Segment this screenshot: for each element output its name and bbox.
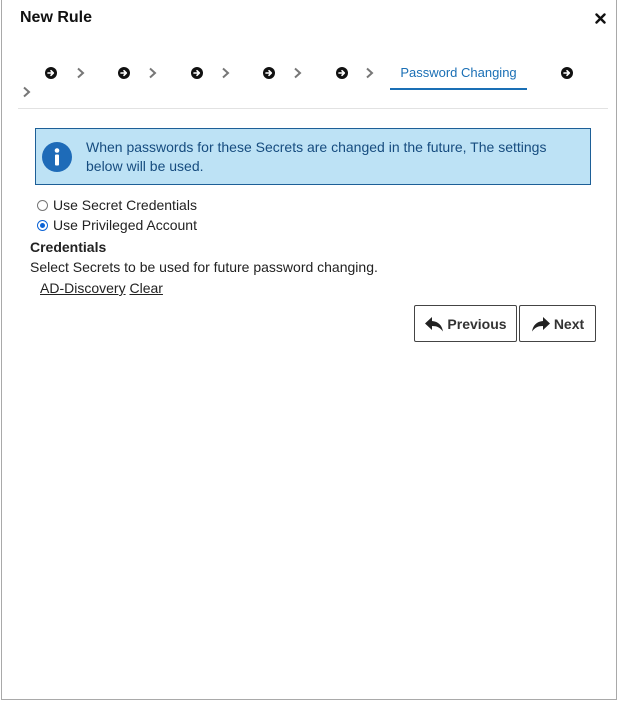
chevron-right-icon	[22, 85, 32, 98]
step-7-arrow-circle-icon[interactable]	[561, 66, 573, 79]
credentials-help: Select Secrets to be used for future pas…	[30, 259, 378, 275]
radio-use-privileged-account[interactable]: Use Privileged Account	[37, 217, 197, 233]
radio-button[interactable]	[37, 219, 48, 231]
info-banner: When passwords for these Secrets are cha…	[35, 128, 591, 185]
next-label: Next	[553, 315, 585, 332]
radio-use-secret-credentials[interactable]: Use Secret Credentials	[37, 197, 197, 213]
previous-label: Previous	[447, 315, 507, 332]
step-3-arrow-circle-icon[interactable]	[191, 66, 203, 79]
chevron-right-icon	[76, 66, 86, 79]
step-1-arrow-circle-icon[interactable]	[45, 66, 57, 79]
chevron-right-icon	[148, 66, 158, 79]
close-icon[interactable]	[592, 10, 608, 26]
step-4-arrow-circle-icon[interactable]	[263, 66, 275, 79]
previous-button[interactable]: Previous	[414, 305, 517, 342]
credentials-title: Credentials	[30, 239, 107, 255]
chevron-right-icon	[221, 66, 231, 79]
next-button[interactable]: Next	[519, 305, 596, 342]
step-2-arrow-circle-icon[interactable]	[118, 66, 130, 79]
selected-secret-link[interactable]: AD-Discovery	[40, 280, 126, 296]
radio-label: Use Privileged Account	[53, 217, 197, 233]
chevron-right-icon	[293, 66, 303, 79]
step-5-arrow-circle-icon[interactable]	[336, 66, 348, 79]
new-rule-dialog: New Rule Password Changing When password…	[1, 0, 617, 700]
step-password-changing[interactable]: Password Changing	[390, 56, 527, 90]
credential-links: AD-Discovery Clear	[40, 280, 163, 296]
reply-arrow-icon	[425, 316, 444, 331]
info-message: When passwords for these Secrets are cha…	[86, 139, 547, 174]
radio-button[interactable]	[37, 199, 48, 211]
radio-label: Use Secret Credentials	[53, 197, 197, 213]
dialog-title: New Rule	[20, 9, 93, 26]
chevron-right-icon	[365, 66, 375, 79]
forward-arrow-icon	[531, 316, 550, 331]
clear-link[interactable]: Clear	[129, 280, 162, 296]
wizard-steps: Password Changing	[18, 56, 608, 109]
info-icon	[42, 142, 72, 172]
